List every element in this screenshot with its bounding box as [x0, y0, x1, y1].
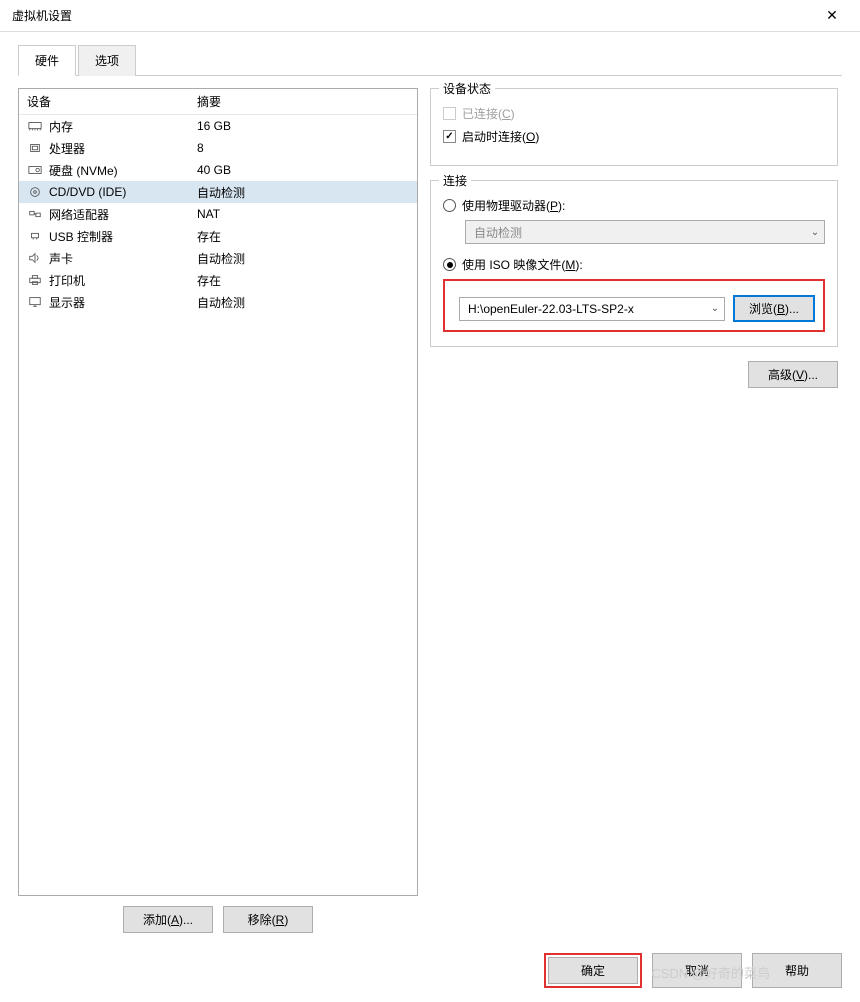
memory-icon — [27, 119, 43, 133]
device-label: USB 控制器 — [49, 228, 113, 245]
browse-button[interactable]: 浏览(B)... — [733, 295, 815, 322]
iso-file-label: 使用 ISO 映像文件(M): — [462, 256, 583, 273]
ok-button[interactable]: 确定 — [548, 957, 638, 984]
iso-path-value: H:\openEuler-22.03-LTS-SP2-x — [460, 302, 706, 316]
device-list-header: 设备 摘要 — [19, 89, 417, 115]
device-row-sound[interactable]: 声卡 自动检测 — [19, 247, 417, 269]
device-label: 声卡 — [49, 250, 73, 267]
dialog-buttons: 确定 取消 帮助 — [544, 953, 842, 988]
connection-group: 连接 使用物理驱动器(P): 自动检测 ⌄ 使用 ISO 映像文件(M): — [430, 180, 838, 347]
device-row-cddvd[interactable]: CD/DVD (IDE) 自动检测 — [19, 181, 417, 203]
tab-bar: 硬件 选项 — [18, 44, 842, 76]
device-summary: 40 GB — [189, 163, 417, 177]
header-summary: 摘要 — [189, 89, 417, 114]
device-label: 网络适配器 — [49, 206, 109, 223]
physical-drive-combo: 自动检测 ⌄ — [465, 220, 825, 244]
connected-label: 已连接(C) — [462, 105, 515, 122]
network-icon — [27, 207, 43, 221]
device-summary: 自动检测 — [189, 250, 417, 267]
tab-options[interactable]: 选项 — [78, 45, 136, 76]
device-row-memory[interactable]: 内存 16 GB — [19, 115, 417, 137]
device-summary: 8 — [189, 141, 417, 155]
usb-icon — [27, 229, 43, 243]
help-button[interactable]: 帮助 — [752, 953, 842, 988]
physical-drive-value: 自动检测 — [466, 224, 806, 241]
device-label: 内存 — [49, 118, 73, 135]
iso-highlight-box: H:\openEuler-22.03-LTS-SP2-x ⌄ 浏览(B)... — [443, 279, 825, 332]
device-row-display[interactable]: 显示器 自动检测 — [19, 291, 417, 313]
device-row-disk[interactable]: 硬盘 (NVMe) 40 GB — [19, 159, 417, 181]
device-list: 设备 摘要 内存 16 GB 处理器 8 — [18, 88, 418, 896]
add-button[interactable]: 添加(A)... — [123, 906, 213, 933]
device-label: CD/DVD (IDE) — [49, 185, 126, 199]
connected-checkbox — [443, 107, 456, 120]
device-row-printer[interactable]: 打印机 存在 — [19, 269, 417, 291]
tab-hardware[interactable]: 硬件 — [18, 45, 76, 76]
device-label: 硬盘 (NVMe) — [49, 162, 118, 179]
device-summary: 16 GB — [189, 119, 417, 133]
device-summary: 自动检测 — [189, 294, 417, 311]
cancel-button[interactable]: 取消 — [652, 953, 742, 988]
chevron-down-icon: ⌄ — [706, 303, 724, 314]
window-title: 虚拟机设置 — [12, 7, 812, 24]
connect-on-start-label: 启动时连接(O) — [462, 128, 539, 145]
connect-on-start-checkbox[interactable] — [443, 130, 456, 143]
device-label: 显示器 — [49, 294, 85, 311]
device-label: 打印机 — [49, 272, 85, 289]
device-summary: 存在 — [189, 272, 417, 289]
advanced-button[interactable]: 高级(V)... — [748, 361, 838, 388]
chevron-down-icon: ⌄ — [806, 227, 824, 238]
display-icon — [27, 295, 43, 309]
titlebar: 虚拟机设置 ✕ — [0, 0, 860, 32]
cpu-icon — [27, 141, 43, 155]
device-status-group: 设备状态 已连接(C) 启动时连接(O) — [430, 88, 838, 166]
header-device: 设备 — [19, 89, 189, 114]
cd-icon — [27, 185, 43, 199]
connection-title: 连接 — [439, 172, 471, 189]
device-row-cpu[interactable]: 处理器 8 — [19, 137, 417, 159]
device-summary: 存在 — [189, 228, 417, 245]
device-row-usb[interactable]: USB 控制器 存在 — [19, 225, 417, 247]
device-row-network[interactable]: 网络适配器 NAT — [19, 203, 417, 225]
iso-path-combo[interactable]: H:\openEuler-22.03-LTS-SP2-x ⌄ — [459, 297, 725, 321]
device-summary: NAT — [189, 207, 417, 221]
physical-drive-radio[interactable] — [443, 199, 456, 212]
remove-button[interactable]: 移除(R) — [223, 906, 313, 933]
close-button[interactable]: ✕ — [812, 1, 852, 31]
disk-icon — [27, 163, 43, 177]
sound-icon — [27, 251, 43, 265]
device-label: 处理器 — [49, 140, 85, 157]
device-status-title: 设备状态 — [439, 80, 495, 97]
printer-icon — [27, 273, 43, 287]
ok-highlight-box: 确定 — [544, 953, 642, 988]
device-summary: 自动检测 — [189, 184, 417, 201]
iso-file-radio[interactable] — [443, 258, 456, 271]
physical-drive-label: 使用物理驱动器(P): — [462, 197, 565, 214]
